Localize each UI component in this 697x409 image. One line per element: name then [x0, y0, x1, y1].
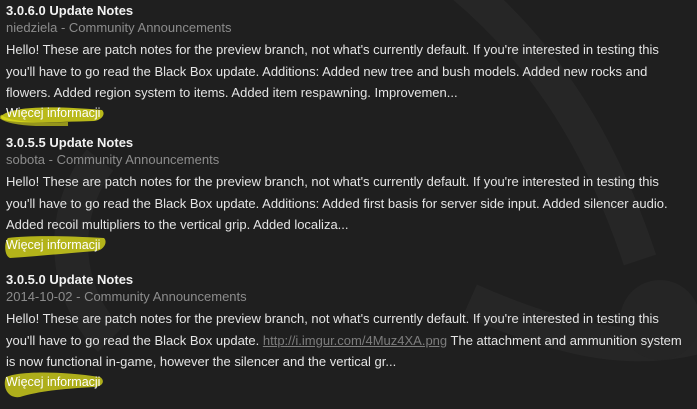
post-date: niedziela: [6, 20, 58, 35]
read-more-container: Więcej informacji: [4, 372, 690, 397]
meta-separator: -: [72, 289, 85, 304]
post-meta: niedziela - Community Announcements: [6, 19, 690, 37]
post-date: sobota: [6, 152, 46, 167]
post-title[interactable]: 3.0.5.5 Update Notes: [6, 132, 690, 151]
read-more-link[interactable]: Więcej informacji: [6, 106, 100, 120]
announcement-post: 3.0.6.0 Update Notes niedziela - Communi…: [0, 0, 690, 132]
read-more-link[interactable]: Więcej informacji: [6, 238, 100, 252]
meta-separator: -: [57, 20, 69, 35]
post-body: Hello! These are patch notes for the pre…: [6, 174, 668, 232]
read-more-container: Więcej informacji: [0, 104, 690, 126]
read-more-container: Więcej informacji: [5, 235, 690, 258]
post-title[interactable]: 3.0.5.0 Update Notes: [6, 269, 690, 288]
announcement-post: 3.0.5.0 Update Notes 2014-10-02 - Commun…: [4, 269, 690, 409]
post-meta: sobota - Community Announcements: [6, 151, 690, 169]
read-more-link[interactable]: Więcej informacji: [6, 375, 100, 389]
post-meta: 2014-10-02 - Community Announcements: [6, 288, 690, 306]
image-url-link[interactable]: http://i.imgur.com/4Muz4XA.png: [263, 333, 447, 348]
post-date: 2014-10-02: [6, 289, 73, 304]
post-category: Community Announcements: [56, 152, 220, 167]
announcement-post: 3.0.5.5 Update Notes sobota - Community …: [5, 132, 690, 269]
post-body: Hello! These are patch notes for the pre…: [6, 42, 659, 100]
post-category: Community Announcements: [84, 289, 247, 304]
meta-separator: -: [45, 152, 57, 167]
post-title[interactable]: 3.0.6.0 Update Notes: [6, 0, 690, 19]
post-category: Community Announcements: [68, 20, 232, 35]
announcements-feed: 3.0.6.0 Update Notes niedziela - Communi…: [0, 0, 690, 409]
post-body: Hello! These are patch notes for the pre…: [6, 308, 690, 373]
